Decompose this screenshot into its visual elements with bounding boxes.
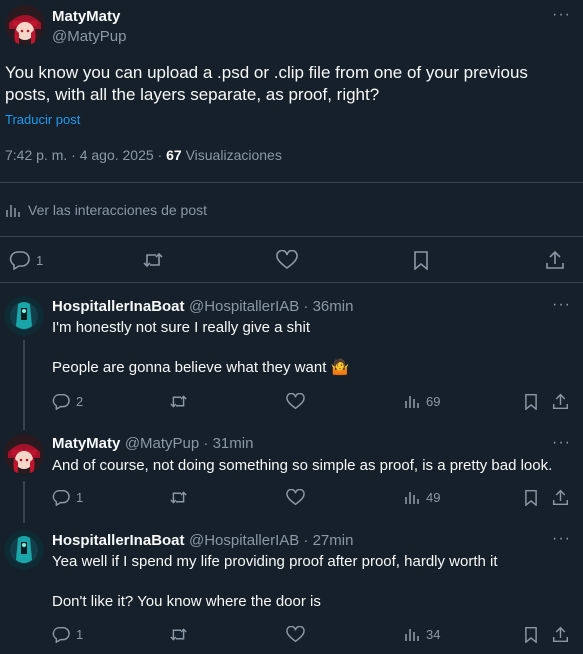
avatar-matymaty[interactable] [5,5,45,45]
heart-icon [276,250,298,270]
bookmark-button[interactable] [523,489,539,506]
share-icon [552,489,569,506]
post-timestamp-row: 7:42 p. m. · 4 ago. 2025 · 67 Visualizac… [5,147,282,163]
reply-count: 1 [76,627,84,642]
bookmark-button[interactable] [523,393,539,410]
share-button[interactable] [552,489,569,506]
like-button[interactable] [276,250,298,270]
share-button[interactable] [545,250,565,270]
like-button[interactable] [286,626,305,643]
repost-icon [169,393,188,410]
reply-author-handle[interactable]: @HospitallerIAB · 36min [189,298,353,315]
thread-line [23,481,25,523]
repost-button[interactable] [169,393,188,410]
views-button[interactable]: 49 [404,489,440,505]
share-icon [552,626,569,643]
more-options-icon[interactable]: ··· [552,434,571,452]
reply-count: 1 [36,252,44,268]
views-count: 49 [426,489,441,505]
reply-text: People are gonna believe what they want … [52,359,350,376]
more-options-icon[interactable]: ··· [552,296,571,314]
reply-author-name[interactable]: HospitallerInaBoat [52,298,185,315]
bookmark-button[interactable] [412,250,430,270]
author-name[interactable]: MatyMaty [52,8,120,25]
reply-icon [52,393,70,410]
reply-author-name[interactable]: HospitallerInaBoat [52,532,185,549]
like-button[interactable] [286,489,305,506]
divider [0,282,583,283]
avatar-matymaty[interactable] [4,434,44,474]
share-button[interactable] [552,626,569,643]
analytics-icon [5,202,21,218]
bookmark-icon [523,626,539,643]
heart-icon [286,489,305,506]
heart-icon [286,626,305,643]
repost-button[interactable] [142,250,164,270]
reply-text: I'm honestly not sure I really give a sh… [52,319,310,336]
bookmark-icon [412,250,430,270]
divider [0,182,583,183]
reply-button[interactable]: 1 [9,250,43,270]
reply-header: HospitallerInaBoat @HospitallerIAB · 36m… [52,298,353,316]
analytics-icon [404,489,420,505]
reply-icon [52,626,70,643]
reply-text: Yea well if I spend my life providing pr… [52,553,498,570]
translate-link[interactable]: Traducir post [5,112,80,127]
bookmark-icon [523,489,539,506]
avatar-hospitaller[interactable] [4,296,44,336]
reply-text: Don't like it? You know where the door i… [52,593,321,610]
post-time[interactable]: 7:42 p. m. · 4 ago. 2025 · [5,147,162,163]
avatar-hospitaller[interactable] [4,530,44,570]
bookmark-icon [523,393,539,410]
reply-author-handle[interactable]: @HospitallerIAB · 27min [189,532,353,549]
like-button[interactable] [286,393,305,410]
view-interactions-label: Ver las interacciones de post [28,202,207,218]
views-label: Visualizaciones [185,147,282,163]
view-interactions-link[interactable]: Ver las interacciones de post [5,202,207,218]
share-button[interactable] [552,393,569,410]
divider [0,236,583,237]
reply-icon [52,489,70,506]
reply-count: 1 [76,490,84,505]
reply-author-handle[interactable]: @MatyPup · 31min [125,435,254,452]
more-options-icon[interactable]: ··· [552,530,571,548]
repost-button[interactable] [169,626,188,643]
reply-button[interactable]: 1 [52,626,83,643]
views-count: 67 [166,147,182,163]
reply-button[interactable]: 1 [52,489,83,506]
repost-icon [142,250,164,270]
analytics-icon [404,626,420,642]
reply-header: HospitallerInaBoat @HospitallerIAB · 27m… [52,532,353,550]
views-count: 34 [426,626,441,642]
reply-icon [9,250,30,270]
more-options-icon[interactable]: ··· [552,6,571,24]
views-button[interactable]: 34 [404,626,440,642]
share-icon [545,250,565,270]
repost-button[interactable] [169,489,188,506]
reply-button[interactable]: 2 [52,393,83,410]
post-text: You know you can upload a .psd or .clip … [5,63,528,104]
views-count: 69 [426,393,441,409]
thread-line [23,340,25,430]
author-handle[interactable]: @MatyPup [52,28,126,45]
repost-icon [169,489,188,506]
reply-author-name[interactable]: MatyMaty [52,435,120,452]
reply-count: 2 [76,394,84,409]
views-button[interactable]: 69 [404,393,440,409]
reply-text: And of course, not doing something so si… [52,457,553,474]
analytics-icon [404,393,420,409]
share-icon [552,393,569,410]
heart-icon [286,393,305,410]
repost-icon [169,626,188,643]
bookmark-button[interactable] [523,626,539,643]
reply-header: MatyMaty @MatyPup · 31min [52,435,253,453]
